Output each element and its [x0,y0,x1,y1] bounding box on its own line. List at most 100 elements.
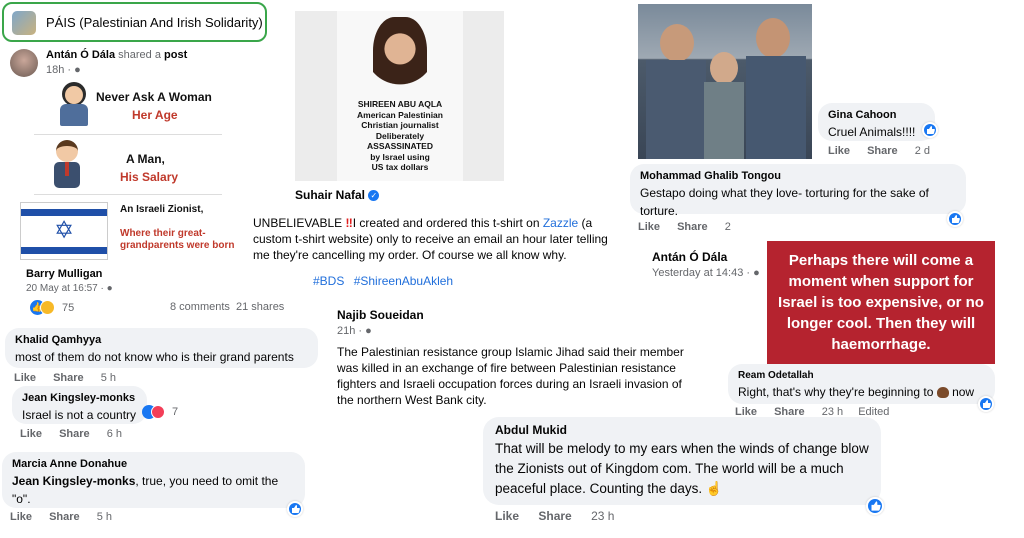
comment-text-end: now [952,385,975,399]
shirt-text-5: by Israel using [370,151,430,162]
comment-text: Gestapo doing what they love- torturing … [640,186,929,218]
comments-count[interactable]: 8 comments [170,301,230,313]
group-avatar[interactable] [12,11,36,35]
comment-author[interactable]: Jean Kingsley-monks [22,392,137,404]
post-time[interactable]: Yesterday at 14:43 [652,267,743,279]
zazzle-link[interactable]: Zazzle [543,216,578,230]
meme-line-3: A Man, [126,152,165,166]
verified-badge-icon: ✓ [368,190,380,202]
post-author[interactable]: Antán Ó Dála [46,49,115,61]
comment-text: Cruel Animals!!!! [828,125,916,139]
mention-link[interactable]: Jean Kingsley-monks [12,474,135,488]
comment-bubble: Jean Kingsley-monks Israel is not a coun… [12,386,147,424]
portrait-image [373,17,427,101]
reaction-count: 7 [172,406,179,418]
post-author[interactable]: Najib Soueidan [337,308,424,322]
comment-bubble: Mohammad Ghalib Tongou Gestapo doing wha… [630,164,966,218]
comment-time[interactable]: 23 h [822,406,843,418]
hand-emoji-icon: ☝ [705,481,723,496]
comment-bubble: Gina Cahoon Cruel Animals!!!! [818,103,935,141]
share-button[interactable]: Share [774,406,805,418]
comment-time[interactable]: 23 h [591,509,614,523]
love-reaction-icon [151,405,165,419]
share-button[interactable]: Share [59,428,90,440]
comment-time[interactable]: 2 d [915,145,930,157]
comment-bubble: Ream Odetallah Right, that's why they're… [728,364,995,404]
israel-flag-image: ✡ [20,202,108,260]
globe-icon: · ● [67,64,81,76]
post-text: I created and ordered this t-shirt on [352,216,543,230]
hashtag-shireen[interactable]: #ShireenAbuAkleh [354,274,453,288]
comment-author[interactable]: Mohammad Ghalib Tongou [640,170,956,182]
like-button[interactable]: Like [20,428,42,440]
share-button[interactable]: Share [53,372,84,384]
like-button[interactable]: Like [495,509,519,523]
share-button[interactable]: Share [867,145,898,157]
like-button[interactable]: Like [638,221,660,233]
poop-emoji-icon [936,387,949,399]
shirt-text-1: SHIREEN ABU AQLA [357,99,443,109]
meme-image[interactable]: Never Ask A Woman Her Age A Man, His Sal… [14,80,244,285]
comment-text: That will be melody to my ears when the … [495,441,869,496]
hashtag-bds[interactable]: #BDS [313,274,344,288]
like-badge-icon [947,211,963,227]
post-body: The Palestinian resistance group Islamic… [337,345,684,407]
comment-author[interactable]: Ream Odetallah [738,370,985,381]
shared-post-link[interactable]: post [164,49,187,61]
group-name[interactable]: PÁIS (Palestinian And Irish Solidarity) [46,15,263,30]
shirt-text-3: Christian journalist [361,120,439,130]
tshirt-image[interactable]: SHIREEN ABU AQLA American Palestinian Ch… [295,11,504,181]
reactions-count[interactable]: 75 [62,302,74,314]
comment-author[interactable]: Khalid Qamhyya [15,334,308,346]
comment-text: most of them do not know who is their gr… [15,350,294,364]
comment-bubble: Abdul Mukid That will be melody to my ea… [483,417,881,505]
shirt-text-6: US tax dollars [371,162,429,172]
post-time[interactable]: 18h [46,64,64,76]
arrest-photo[interactable] [638,4,812,159]
globe-icon: · ● [358,325,372,337]
post-text-intro: UNBELIEVABLE [253,216,346,230]
man-cartoon [48,138,88,190]
like-button[interactable]: Like [14,372,36,384]
meme-line-2: Her Age [132,108,178,122]
double-exclamation-icon: ‼ [345,216,353,230]
post-time[interactable]: 21h [337,325,355,337]
shares-count[interactable]: 21 shares [236,301,284,313]
comment-time[interactable]: 2 [725,221,731,233]
share-author[interactable]: Barry Mulligan [26,268,102,280]
shared-label: shared a [118,49,161,61]
comment-time[interactable]: 6 h [107,428,122,440]
post-author[interactable]: Suhair Nafal [295,188,365,202]
share-time[interactable]: 20 May at 16:57 [26,283,98,294]
quote-text: Perhaps there will come a moment when su… [778,252,984,353]
like-button[interactable]: Like [735,406,757,418]
like-button[interactable]: Like [10,511,32,523]
like-button[interactable]: Like [828,145,850,157]
meme-line-6: Where their great-grandparents were born [120,228,235,251]
comment-author[interactable]: Gina Cahoon [828,109,925,121]
comment-bubble: Khalid Qamhyya most of them do not know … [5,328,318,368]
haha-reaction-icon [40,300,55,315]
like-badge-icon [978,396,994,412]
comment-time[interactable]: 5 h [97,511,112,523]
post-author[interactable]: Antán Ó Dála [652,250,727,264]
shirt-text-4: Deliberately ASSASSINATED [367,130,433,152]
comment-bubble: Marcia Anne Donahue Jean Kingsley-monks,… [2,452,305,508]
comment-time[interactable]: 5 h [101,372,116,384]
share-button[interactable]: Share [538,509,571,523]
globe-icon: · ● [100,283,113,294]
comment-text: Right, that's why they're beginning to [738,385,934,399]
avatar[interactable] [10,49,38,77]
meme-line-5: An Israeli Zionist, [120,204,204,215]
share-button[interactable]: Share [677,221,708,233]
quote-image[interactable]: Perhaps there will come a moment when su… [767,241,995,364]
like-badge-icon [287,501,303,517]
share-button[interactable]: Share [49,511,80,523]
comment-author[interactable]: Marcia Anne Donahue [12,458,295,470]
group-header[interactable]: PÁIS (Palestinian And Irish Solidarity) [2,2,267,42]
comment-text: Israel is not a country [22,408,137,422]
comment-author[interactable]: Abdul Mukid [495,423,869,437]
edited-label[interactable]: Edited [858,406,889,418]
shirt-text-2: American Palestinian [357,109,443,120]
meme-line-1: Never Ask A Woman [96,90,212,104]
